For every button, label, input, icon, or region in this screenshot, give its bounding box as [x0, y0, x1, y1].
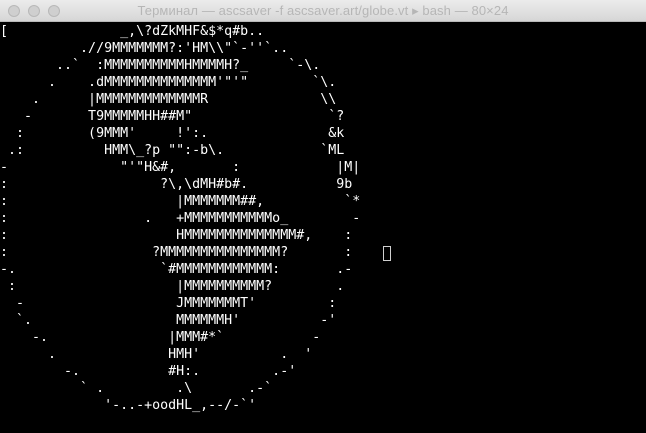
terminal-line: : (9MMM' !':. &k	[0, 126, 345, 141]
terminal-line: -. |MMM#*` -	[0, 330, 321, 345]
terminal-line: ` . .\ .-`	[0, 381, 273, 396]
terminal-line: - JMMMMMMMT' :	[0, 296, 337, 311]
terminal-line: . HMH' . '	[0, 347, 313, 362]
terminal-output: [ _,\?dZkMHF&$*q#b.. .//9MMMMMMM?:'HM\\"…	[0, 23, 360, 414]
terminal-line: .: HMM\_?p "":-b\. `ML	[0, 143, 345, 158]
terminal-window: Терминал — ascsaver -f ascsaver.art/glob…	[0, 0, 646, 433]
text-cursor	[383, 246, 391, 261]
terminal-line: '-..-+oodHL_,--/-`'	[0, 398, 257, 413]
terminal-line: . |MMMMMMMMMMMMMR \\	[0, 92, 337, 107]
terminal-line: . .dMMMMMMMMMMMMMM'"'" `\.	[0, 75, 337, 90]
terminal-line: - "'"H&#, : |M|	[0, 160, 361, 175]
terminal-line: .//9MMMMMMM?:'HM\\"`-''`..	[0, 41, 289, 56]
window-title: Терминал — ascsaver -f ascsaver.art/glob…	[137, 3, 509, 18]
title-bar[interactable]: Терминал — ascsaver -f ascsaver.art/glob…	[0, 0, 646, 22]
terminal-line: : ?MMMMMMMMMMMMMMM? :	[0, 245, 353, 260]
terminal-line: - T9MMMMMHH##M" `?	[0, 109, 345, 124]
terminal-line: [ _,\?dZkMHF&$*q#b..	[0, 24, 265, 39]
terminal-line: : ?\,\dMH#b#. 9b	[0, 177, 353, 192]
terminal-screen[interactable]: [ _,\?dZkMHF&$*q#b.. .//9MMMMMMM?:'HM\\"…	[0, 22, 646, 433]
terminal-line: ..` :MMMMMMMMMMHMMMMH?_ `-\.	[0, 58, 321, 73]
terminal-line: -. `#MMMMMMMMMMMM: .-	[0, 262, 353, 277]
terminal-line: : . +MMMMMMMMMMMo_ -	[0, 211, 361, 226]
terminal-line: : HMMMMMMMMMMMMMM#, :	[0, 228, 353, 243]
terminal-line: : |MMMMMMM##, `*	[0, 194, 361, 209]
terminal-line: -. #H:. .-'	[0, 364, 297, 379]
terminal-line: : |MMMMMMMMMM? .	[0, 279, 345, 294]
terminal-line: `. MMMMMMH' -'	[0, 313, 337, 328]
